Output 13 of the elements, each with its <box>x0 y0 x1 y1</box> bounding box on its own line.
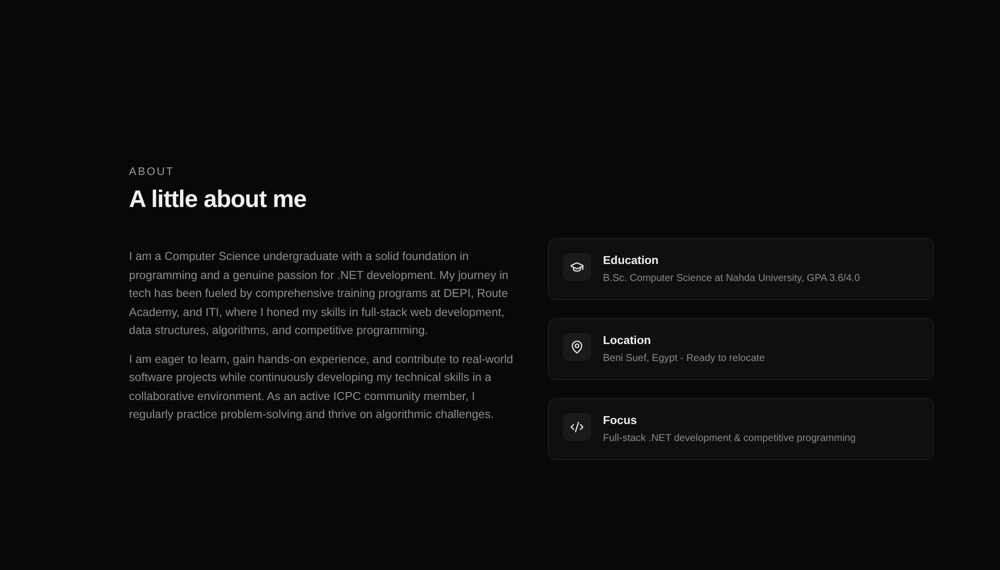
section-eyebrow: ABOUT <box>129 166 176 178</box>
section-title: A little about me <box>129 186 308 214</box>
card-title: Focus <box>603 415 638 427</box>
about-paragraph: I am eager to learn, gain hands-on experience, and contribute to real-world software projects while continuously developing my technical skills in a collaborative environment. As an active ICPC community member, I regularly practice problem-solving and thrive on algorithmic challenges. <box>129 352 514 423</box>
card-title: Location <box>603 335 652 347</box>
card-text: Full-stack .NET development & competitive programming <box>603 433 856 444</box>
code-icon <box>570 420 584 434</box>
card-text: B.Sc. Computer Science at Nahda University, GPA 3.6/4.0 <box>603 273 860 284</box>
card-title: Education <box>603 255 660 267</box>
map-pin-icon <box>570 340 584 354</box>
about-paragraph: I am a Computer Science undergraduate with a solid foundation in programming and a genuine passion for .NET development. My journey in tech has been fueled by comprehensive training programs at DEPI, Route Academy, and ITI, where I honed my skills in full-stack web development, data structures, algorithms, and competitive programming. <box>129 249 510 339</box>
graduation-cap-icon <box>570 260 584 274</box>
card-text: Beni Suef, Egypt - Ready to relocate <box>603 353 765 364</box>
